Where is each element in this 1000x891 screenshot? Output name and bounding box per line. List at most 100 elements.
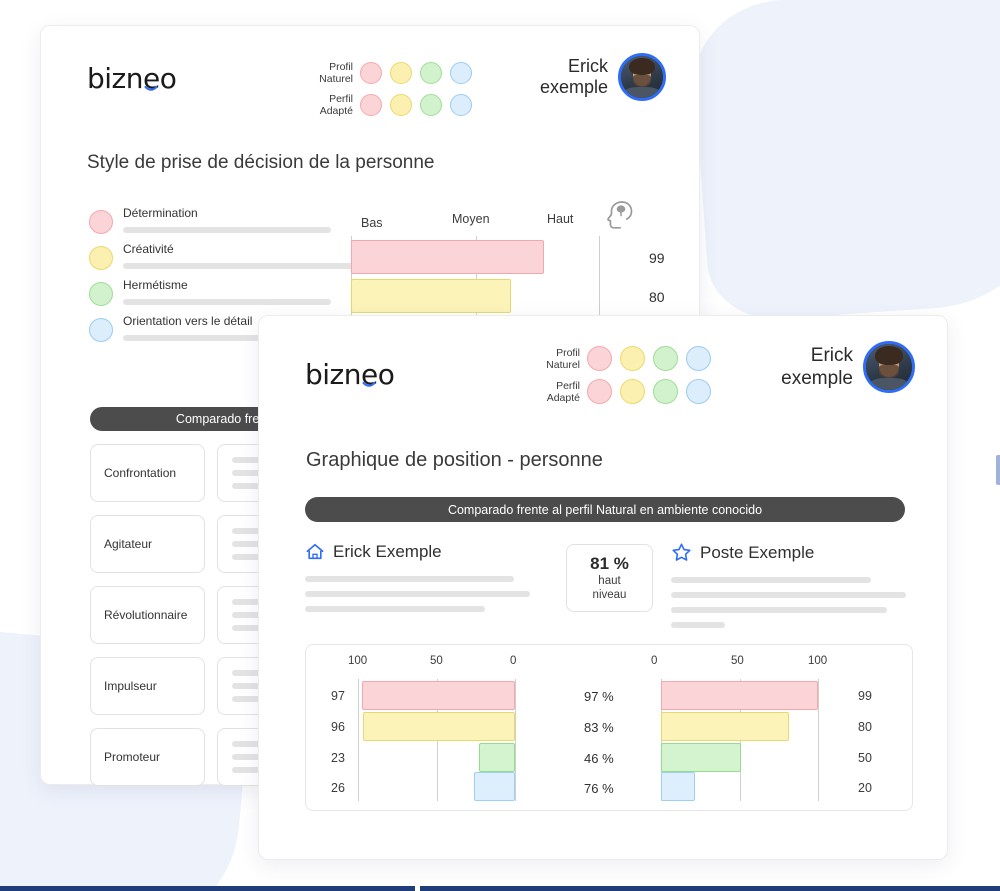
legend-item: Hermétisme — [89, 278, 347, 306]
back-card-section-title: Style de prise de décision de la personn… — [87, 152, 435, 173]
right-bar-determination — [661, 681, 818, 710]
right-value-3: 20 — [858, 781, 872, 795]
front-card-section-title: Graphique de position - personne — [306, 449, 603, 471]
dot-yellow — [390, 62, 412, 84]
profile-row-natural-label: Profil Naturel — [546, 346, 580, 371]
right-tick-0: 0 — [651, 655, 658, 667]
bottom-accent-bar-right — [420, 886, 1000, 891]
right-position-skeleton — [671, 577, 906, 628]
dot-green — [420, 94, 442, 116]
back-bar-creativite — [351, 279, 511, 313]
dot-blue — [450, 62, 472, 84]
left-person-name: Erick Exemple — [333, 542, 442, 561]
trait-name: Impulseur — [90, 657, 205, 715]
bizneo-logo: bizne o — [305, 358, 395, 391]
legend-skeleton — [123, 227, 331, 233]
profile-row-adapted-label: Perfil Adapté — [546, 379, 580, 404]
legend-label: Détermination — [123, 206, 198, 220]
left-gridline-100 — [358, 679, 359, 801]
dot-yellow — [620, 379, 645, 404]
back-axis-tick-bas: Bas — [361, 216, 383, 230]
left-gridline-0 — [515, 679, 516, 801]
head-brain-icon — [599, 198, 633, 237]
person-identity: Erick exemple — [540, 53, 666, 101]
background-blob-top-right — [689, 0, 1000, 324]
dot-green — [653, 379, 678, 404]
left-value-0: 97 — [331, 689, 345, 703]
left-tick-100: 100 — [348, 655, 368, 667]
left-person-skeleton — [305, 576, 530, 612]
report-card-position-graph: bizne o Profil Naturel Perfil Adapté Eri… — [258, 315, 948, 860]
legend-dot-yellow — [89, 246, 113, 270]
dot-yellow — [390, 94, 412, 116]
dot-red — [360, 62, 382, 84]
left-value-3: 26 — [331, 781, 345, 795]
right-plot-area — [661, 679, 819, 801]
right-gridline-100 — [818, 679, 819, 801]
avatar — [863, 341, 915, 393]
left-person-name-row: Erick Exemple — [305, 542, 530, 562]
front-comparison-pill[interactable]: Comparado frente al perfil Natural en am… — [305, 497, 905, 522]
right-value-1: 80 — [858, 720, 872, 734]
center-pct-0: 97 % — [584, 689, 614, 704]
left-tick-0: 0 — [510, 655, 517, 667]
dot-red — [360, 94, 382, 116]
trait-name: Révolutionnaire — [90, 586, 205, 644]
dot-blue — [686, 379, 711, 404]
back-bar-determination — [351, 240, 544, 274]
dot-green — [420, 62, 442, 84]
logo-text-part2: o — [159, 62, 177, 95]
right-position-block: Poste Exemple — [671, 542, 906, 628]
trait-name: Confrontation — [90, 444, 205, 502]
center-pct-1: 83 % — [584, 720, 614, 735]
legend-dot-green — [89, 282, 113, 306]
page-root: bizne o Profil Naturel Perfil Adapté Eri… — [0, 0, 1000, 891]
left-bar-hermetisme — [479, 743, 515, 772]
avatar — [618, 53, 666, 101]
legend-dot-red — [89, 210, 113, 234]
back-value-determination: 99 — [649, 250, 665, 266]
left-bar-determination — [362, 681, 515, 710]
person-identity: Erick exemple — [781, 341, 915, 393]
profile-dots-adapted — [587, 379, 711, 404]
position-comparison-chart: 100 50 0 0 50 100 97 96 23 26 97 % 83 % … — [305, 644, 913, 811]
dot-blue — [686, 346, 711, 371]
right-bar-hermetisme — [661, 743, 741, 772]
right-bar-creativite — [661, 712, 789, 741]
trait-name: Agitateur — [90, 515, 205, 573]
profile-dots-natural — [587, 346, 711, 371]
right-edge-accent — [996, 455, 1000, 485]
center-pct-3: 76 % — [584, 781, 614, 796]
bottom-accent-bar-left — [0, 886, 415, 891]
bizneo-logo: bizne o — [87, 62, 177, 95]
star-icon — [672, 543, 691, 561]
left-person-block: Erick Exemple — [305, 542, 530, 612]
right-bar-orientation — [661, 772, 695, 801]
profile-row-adapted: Perfil Adapté — [526, 379, 711, 404]
person-name: Erick exemple — [781, 345, 853, 389]
dot-yellow — [620, 346, 645, 371]
match-percentage-label-1: haut — [598, 575, 621, 587]
profile-dot-legend: Profil Naturel Perfil Adapté — [299, 61, 472, 117]
logo-arc-e: e — [143, 62, 160, 95]
legend-dot-blue — [89, 318, 113, 342]
back-value-creativite: 80 — [649, 289, 665, 305]
profile-dots-natural — [360, 62, 472, 84]
trait-name: Promoteur — [90, 728, 205, 786]
right-tick-50: 50 — [731, 655, 744, 667]
left-tick-50: 50 — [430, 655, 443, 667]
dot-blue — [450, 94, 472, 116]
match-percentage-label-2: niveau — [592, 589, 627, 601]
profile-row-adapted-label: Perfil Adapté — [319, 93, 353, 117]
left-bar-orientation — [474, 772, 515, 801]
legend-item: Créativité — [89, 242, 355, 270]
dot-red — [587, 379, 612, 404]
legend-skeleton — [123, 263, 355, 269]
legend-item: Détermination — [89, 206, 347, 234]
profile-row-natural: Profil Naturel — [526, 346, 711, 371]
match-percentage-box: 81 % haut niveau — [566, 544, 653, 612]
logo-arc-e: e — [361, 358, 378, 391]
legend-skeleton — [123, 299, 331, 305]
person-name: Erick exemple — [539, 56, 608, 97]
left-bar-creativite — [363, 712, 515, 741]
